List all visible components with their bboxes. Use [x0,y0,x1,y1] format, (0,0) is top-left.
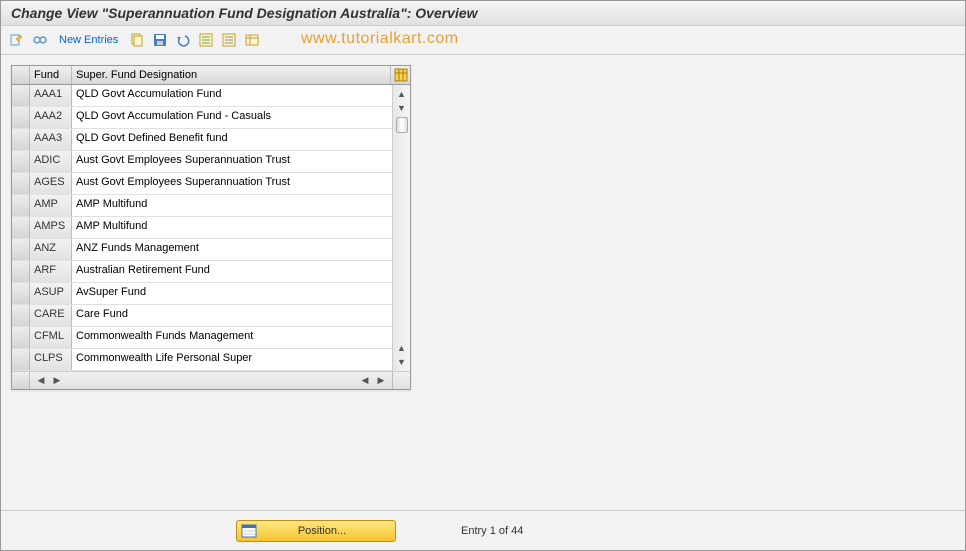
row-selector[interactable] [12,173,30,194]
new-entries-button[interactable]: New Entries [53,34,124,46]
page-title: Change View "Superannuation Fund Designa… [1,1,965,26]
table-header-row: Fund Super. Fund Designation [12,66,410,85]
main-content: Fund Super. Fund Designation AAA1QLD Gov… [1,55,965,499]
row-selector[interactable] [12,349,30,370]
cell-fund[interactable]: AGES [30,173,72,194]
cell-designation[interactable]: QLD Govt Accumulation Fund - Casuals [72,107,392,128]
cell-designation[interactable]: QLD Govt Accumulation Fund [72,85,392,106]
table-row[interactable]: AAA2QLD Govt Accumulation Fund - Casuals [12,107,392,129]
table-row[interactable]: AAA1QLD Govt Accumulation Fund [12,85,392,107]
entry-count-text: Entry 1 of 44 [461,525,523,537]
cell-fund[interactable]: ADIC [30,151,72,172]
table-row[interactable]: CARECare Fund [12,305,392,327]
table-row[interactable]: AAA3QLD Govt Defined Benefit fund [12,129,392,151]
footer-bar: Position... Entry 1 of 44 [1,510,965,550]
cell-fund[interactable]: AAA1 [30,85,72,106]
table-row[interactable]: ANZANZ Funds Management [12,239,392,261]
cell-fund[interactable]: CARE [30,305,72,326]
cell-fund[interactable]: ARF [30,261,72,282]
scroll-down-icon[interactable]: ▼ [395,101,409,115]
row-selector[interactable] [12,151,30,172]
table-row[interactable]: ADICAust Govt Employees Superannuation T… [12,151,392,173]
column-header-designation[interactable]: Super. Fund Designation [72,66,390,84]
row-selector[interactable] [12,327,30,348]
cell-designation[interactable]: QLD Govt Defined Benefit fund [72,129,392,150]
scroll-left-end-icon[interactable]: ◀ [358,374,372,388]
cell-fund[interactable]: CLPS [30,349,72,370]
scroll-right-end-icon[interactable]: ▶ [374,374,388,388]
cell-designation[interactable]: AMP Multifund [72,217,392,238]
cell-designation[interactable]: Aust Govt Employees Superannuation Trust [72,151,392,172]
cell-designation[interactable]: AMP Multifund [72,195,392,216]
row-selector[interactable] [12,239,30,260]
horizontal-scrollbar[interactable]: ◀ ▶ ◀ ▶ [12,371,410,389]
row-selector[interactable] [12,129,30,150]
cell-designation[interactable]: Care Fund [72,305,392,326]
cell-fund[interactable]: AMP [30,195,72,216]
vertical-scrollbar[interactable]: ▲ ▼ ▲ ▼ [392,85,410,371]
watermark-text: www.tutorialkart.com [301,30,459,48]
position-icon [240,522,258,540]
position-label: Position... [261,525,395,537]
row-selector[interactable] [12,85,30,106]
row-selector-header[interactable] [12,66,30,84]
scroll-left-icon[interactable]: ◀ [34,374,48,388]
row-selector[interactable] [12,305,30,326]
row-selector[interactable] [12,107,30,128]
cell-designation[interactable]: Aust Govt Employees Superannuation Trust [72,173,392,194]
cell-designation[interactable]: ANZ Funds Management [72,239,392,260]
table-row[interactable]: CLPSCommonwealth Life Personal Super [12,349,392,371]
undo-button[interactable] [173,30,193,50]
row-selector[interactable] [12,195,30,216]
cell-fund[interactable]: AAA2 [30,107,72,128]
display-change-button[interactable] [7,30,27,50]
copy-button[interactable] [127,30,147,50]
row-selector[interactable] [12,283,30,304]
cell-fund[interactable]: CFML [30,327,72,348]
table-row[interactable]: ARFAustralian Retirement Fund [12,261,392,283]
toolbar: New Entries www.tutorialkart.com [1,26,965,55]
select-all-button[interactable] [196,30,216,50]
cell-designation[interactable]: Commonwealth Life Personal Super [72,349,392,370]
cell-designation[interactable]: AvSuper Fund [72,283,392,304]
scroll-right-icon[interactable]: ▶ [50,374,64,388]
table-row[interactable]: AGESAust Govt Employees Superannuation T… [12,173,392,195]
cell-fund[interactable]: ANZ [30,239,72,260]
scroll-up-icon[interactable]: ▲ [395,87,409,101]
cell-designation[interactable]: Australian Retirement Fund [72,261,392,282]
save-button[interactable] [150,30,170,50]
glasses-icon[interactable] [30,30,50,50]
cell-fund[interactable]: AMPS [30,217,72,238]
table-config-icon[interactable] [390,66,410,84]
row-selector[interactable] [12,217,30,238]
table-row[interactable]: CFMLCommonwealth Funds Management [12,327,392,349]
row-selector[interactable] [12,261,30,282]
scroll-down-bottom-icon[interactable]: ▼ [395,355,409,369]
table-row[interactable]: ASUPAvSuper Fund [12,283,392,305]
table-settings-button[interactable] [242,30,262,50]
cell-designation[interactable]: Commonwealth Funds Management [72,327,392,348]
table-row[interactable]: AMPAMP Multifund [12,195,392,217]
deselect-all-button[interactable] [219,30,239,50]
cell-fund[interactable]: ASUP [30,283,72,304]
table-row[interactable]: AMPSAMP Multifund [12,217,392,239]
scroll-up-bottom-icon[interactable]: ▲ [395,341,409,355]
cell-fund[interactable]: AAA3 [30,129,72,150]
position-button[interactable]: Position... [236,520,396,542]
fund-table: Fund Super. Fund Designation AAA1QLD Gov… [11,65,411,390]
scroll-thumb[interactable] [396,117,408,133]
column-header-fund[interactable]: Fund [30,66,72,84]
